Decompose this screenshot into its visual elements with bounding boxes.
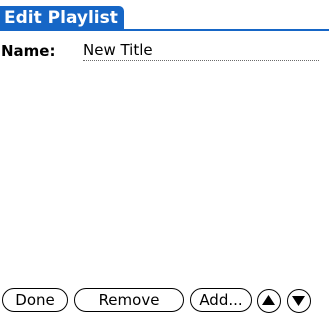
scroll-up-button[interactable] (257, 289, 281, 313)
done-button[interactable]: Done (2, 288, 68, 312)
name-field[interactable] (83, 40, 319, 61)
name-label: Name: (1, 42, 56, 60)
name-row: Name: (1, 40, 321, 62)
scroll-down-button[interactable] (287, 289, 311, 313)
edit-playlist-screen: Edit Playlist Name: Done Remove Add... (0, 0, 329, 317)
triangle-down-icon (292, 296, 305, 306)
remove-button[interactable]: Remove (74, 288, 184, 312)
title-bar: Edit Playlist (0, 0, 329, 31)
add-button[interactable]: Add... (190, 288, 252, 312)
triangle-up-icon (262, 295, 275, 305)
form-title: Edit Playlist (0, 6, 124, 30)
title-divider (0, 29, 329, 31)
